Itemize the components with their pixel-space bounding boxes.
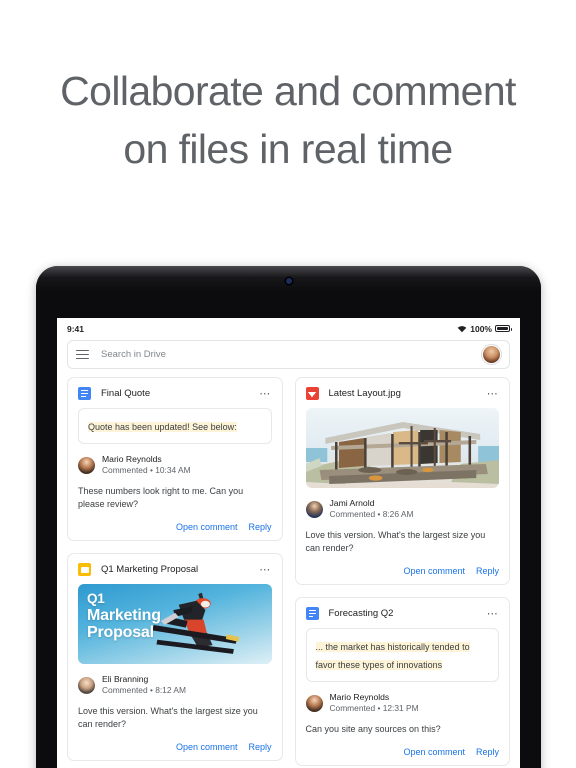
comment-text: Love this version. What's the largest si… xyxy=(78,706,258,729)
card-q1-marketing-proposal[interactable]: Q1 Marketing Proposal ⋯ Q1 Marketing Pro… xyxy=(67,553,283,761)
page-headline: Collaborate and comment on files in real… xyxy=(0,62,576,178)
author-row: Mario Reynolds Commented • 12:31 PM xyxy=(305,692,500,714)
image-file-icon xyxy=(305,387,319,400)
comment-text: Love this version. What's the largest si… xyxy=(305,530,486,553)
slide-text-line-1: Q1 xyxy=(87,591,105,606)
open-comment-link[interactable]: Open comment xyxy=(176,522,238,532)
quote-text: ... the market has historically tended t… xyxy=(315,642,470,670)
author-meta: Mario Reynolds Commented • 12:31 PM xyxy=(330,692,419,714)
quote-callout: Quote has been updated! See below: xyxy=(78,408,272,444)
card-title: Q1 Marketing Proposal xyxy=(101,564,199,575)
author-name: Jami Arnold xyxy=(329,498,375,508)
author-avatar xyxy=(305,500,323,518)
comment-text: Can you site any sources on this? xyxy=(305,724,441,734)
comment-text: These numbers look right to me. Can you … xyxy=(78,486,244,509)
account-avatar[interactable] xyxy=(482,345,501,364)
author-row: Eli Branning Commented • 8:12 AM xyxy=(78,674,272,696)
headline-line-1: Collaborate and comment xyxy=(60,68,516,114)
slide-thumbnail[interactable]: Q1 Marketing Proposal xyxy=(78,584,272,664)
screenshot-root: Collaborate and comment on files in real… xyxy=(0,0,576,768)
google-docs-icon xyxy=(305,607,319,620)
author-timestamp: Commented • 10:34 AM xyxy=(102,465,191,475)
card-header: Final Quote ⋯ xyxy=(78,387,272,400)
wifi-icon xyxy=(458,325,467,332)
author-timestamp: Commented • 12:31 PM xyxy=(329,703,419,713)
tablet-screen: 9:41 100% Search in Drive Final Quote ⋯ … xyxy=(57,318,520,768)
author-meta: Mario Reynolds Commented • 10:34 AM xyxy=(102,454,191,476)
quote-text: Quote has been updated! See below: xyxy=(88,422,237,432)
card-actions: Open comment Reply xyxy=(306,566,499,576)
author-timestamp: Commented • 8:12 AM xyxy=(102,685,186,695)
image-thumbnail[interactable] xyxy=(305,408,499,488)
author-row: Mario Reynolds Commented • 10:34 AM xyxy=(78,454,272,476)
card-latest-layout[interactable]: Latest Layout.jpg ⋯ Jami Arnold Commente… xyxy=(294,377,510,585)
author-name: Mario Reynolds xyxy=(102,454,162,464)
more-options-icon[interactable]: ⋯ xyxy=(253,388,271,399)
author-avatar xyxy=(78,456,95,474)
status-bar: 9:41 100% xyxy=(57,318,520,337)
card-actions: Open comment Reply xyxy=(78,742,272,752)
hamburger-menu-icon[interactable] xyxy=(76,349,89,360)
reply-link[interactable]: Reply xyxy=(248,522,271,532)
card-header: Forecasting Q2 ⋯ xyxy=(305,607,500,620)
front-camera-icon xyxy=(285,278,292,284)
card-column-left: Final Quote ⋯ Quote has been updated! Se… xyxy=(67,377,283,766)
card-title: Final Quote xyxy=(101,388,151,399)
open-comment-link[interactable]: Open comment xyxy=(176,742,238,752)
reply-link[interactable]: Reply xyxy=(476,566,499,576)
open-comment-link[interactable]: Open comment xyxy=(403,747,465,757)
card-header: Q1 Marketing Proposal ⋯ xyxy=(78,563,272,576)
more-options-icon[interactable]: ⋯ xyxy=(253,564,271,575)
card-final-quote[interactable]: Final Quote ⋯ Quote has been updated! Se… xyxy=(67,377,283,541)
card-title: Latest Layout.jpg xyxy=(328,388,401,399)
google-docs-icon xyxy=(78,387,91,400)
more-options-icon[interactable]: ⋯ xyxy=(481,608,499,619)
author-timestamp: Commented • 8:26 AM xyxy=(329,509,414,519)
author-meta: Eli Branning Commented • 8:12 AM xyxy=(102,674,186,696)
slide-overlay-text: Q1 Marketing Proposal xyxy=(87,591,161,641)
battery-icon xyxy=(495,325,512,332)
search-bar-container: Search in Drive xyxy=(57,337,520,377)
battery-percent-label: 100% xyxy=(470,323,492,334)
card-actions: Open comment Reply xyxy=(78,522,272,532)
author-meta: Jami Arnold Commented • 8:26 AM xyxy=(330,498,414,520)
author-name: Mario Reynolds xyxy=(329,692,390,702)
architecture-sketch-illustration xyxy=(305,422,499,484)
status-bar-time: 9:41 xyxy=(67,323,85,334)
open-comment-link[interactable]: Open comment xyxy=(403,566,465,576)
reply-link[interactable]: Reply xyxy=(476,747,499,757)
status-bar-indicators: 100% xyxy=(457,323,512,334)
author-avatar xyxy=(305,694,323,712)
author-avatar xyxy=(78,676,95,694)
card-header: Latest Layout.jpg ⋯ xyxy=(305,387,500,400)
google-slides-icon xyxy=(78,563,91,576)
card-title: Forecasting Q2 xyxy=(328,608,394,619)
quote-callout: ... the market has historically tended t… xyxy=(305,628,499,682)
skier-illustration xyxy=(151,593,239,655)
card-forecasting-q2[interactable]: Forecasting Q2 ⋯ ... the market has hist… xyxy=(294,597,510,766)
reply-link[interactable]: Reply xyxy=(248,742,271,752)
tablet-device-frame: 9:41 100% Search in Drive Final Quote ⋯ … xyxy=(36,266,541,768)
headline-line-2: on files in real time xyxy=(123,126,453,172)
card-board: Final Quote ⋯ Quote has been updated! Se… xyxy=(57,377,520,766)
card-column-right: Latest Layout.jpg ⋯ Jami Arnold Commente… xyxy=(294,377,510,766)
search-input[interactable]: Search in Drive xyxy=(101,349,482,360)
more-options-icon[interactable]: ⋯ xyxy=(481,388,499,399)
author-row: Jami Arnold Commented • 8:26 AM xyxy=(305,498,500,520)
slide-text-line-2: Marketing xyxy=(87,606,161,624)
search-bar[interactable]: Search in Drive xyxy=(67,340,510,369)
author-name: Eli Branning xyxy=(102,674,149,684)
slide-text-line-3: Proposal xyxy=(87,623,154,641)
card-actions: Open comment Reply xyxy=(306,747,499,757)
